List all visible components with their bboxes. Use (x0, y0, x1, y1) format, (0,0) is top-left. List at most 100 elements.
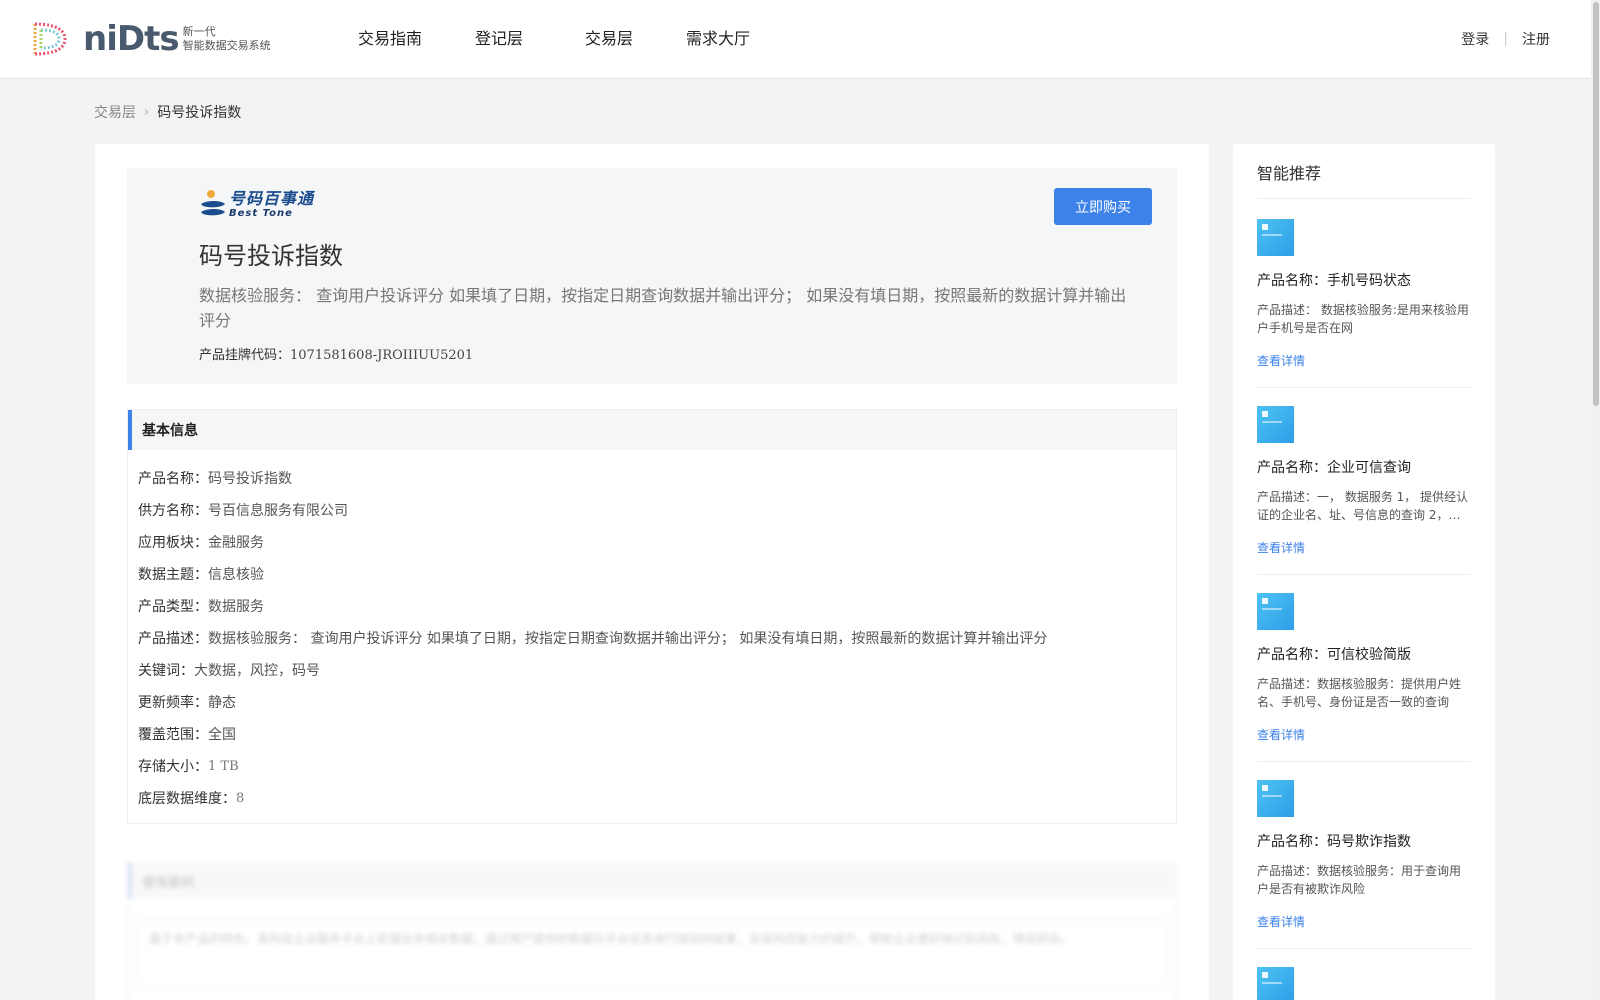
site-logo[interactable]: niDts 新一代 智能数据交易系统 (29, 20, 271, 58)
register-link[interactable]: 注册 (1522, 29, 1550, 49)
brand-name-en: Best Tone (229, 207, 293, 219)
main-nav: 交易指南 登记层 交易层 需求大厅 (358, 28, 750, 50)
info-row-type: 产品类型： 数据服务 (138, 590, 1176, 622)
usage-case-section: 使用案例 基于本产品的特色，某科技企业服务平台上处理业务相关数据，通过用户提供的… (127, 862, 1177, 1000)
nav-demand-hall[interactable]: 需求大厅 (686, 28, 750, 50)
info-label: 产品名称： (138, 471, 208, 487)
top-header: niDts 新一代 智能数据交易系统 交易指南 登记层 交易层 需求大厅 登录 … (0, 0, 1591, 79)
breadcrumb-trade-layer[interactable]: 交易层 (94, 102, 136, 122)
info-row-product-name: 产品名称： 码号投诉指数 (138, 462, 1176, 494)
info-value: 信息核验 (208, 567, 264, 583)
recommendation-card-partial (1257, 967, 1471, 1000)
view-details-link[interactable]: 查看详情 (1257, 352, 1471, 369)
view-details-link[interactable]: 查看详情 (1257, 539, 1471, 556)
info-label: 数据主题： (138, 567, 208, 583)
info-label: 关键词： (138, 663, 194, 679)
usage-case-text: 基于本产品的特色，某科技企业服务平台上处理业务相关数据，通过用户提供的数据与平台… (138, 919, 1166, 989)
recommendation-card: 产品名称：码号欺诈指数 产品描述：数据核验服务：用于查询用户是否有被欺诈风险 查… (1257, 780, 1471, 949)
info-value: 大数据，风控，码号 (194, 663, 320, 679)
basic-info-title: 基本信息 (142, 423, 198, 439)
product-thumbnail[interactable] (1257, 780, 1294, 817)
product-title: 码号投诉指数 (199, 242, 343, 270)
recommendation-name[interactable]: 产品名称：手机号码状态 (1257, 271, 1471, 291)
nav-trade-layer[interactable]: 交易层 (585, 28, 633, 50)
product-thumbnail[interactable] (1257, 593, 1294, 630)
info-label: 供方名称： (138, 503, 208, 519)
info-value: 静态 (208, 695, 236, 711)
product-thumbnail[interactable] (1257, 219, 1294, 256)
info-value: 8 (236, 790, 245, 806)
product-description: 数据核验服务： 查询用户投诉评分 如果填了日期，按指定日期查询数据并输出评分； … (199, 286, 1127, 330)
info-row-description: 产品描述： 数据核验服务： 查询用户投诉评分 如果填了日期，按指定日期查询数据并输… (138, 622, 1176, 654)
recommendation-name[interactable]: 产品名称：企业可信查询 (1257, 458, 1471, 478)
recommendation-desc: 产品描述：数据核验服务：用于查询用户是否有被欺诈风险 (1257, 864, 1462, 896)
nav-register-layer[interactable]: 登记层 (475, 28, 523, 50)
basic-info-list: 产品名称： 码号投诉指数 供方名称： 号百信息服务有限公司 应用板块： 金融服务 数据… (128, 450, 1176, 814)
info-row-storage: 存储大小： 1 TB (138, 750, 1176, 782)
logo-subtitle-line1: 新一代 (182, 25, 216, 38)
product-thumbnail[interactable] (1257, 406, 1294, 443)
login-link[interactable]: 登录 (1461, 29, 1489, 49)
product-thumbnail[interactable] (1257, 967, 1294, 1000)
recommendation-panel: 智能推荐 产品名称：手机号码状态 产品描述： 数据核验服务:是用来核验用户手机号… (1233, 144, 1495, 1000)
info-label: 产品类型： (138, 599, 208, 615)
view-details-link[interactable]: 查看详情 (1257, 913, 1471, 930)
logo-subtitle: 新一代 智能数据交易系统 (183, 25, 271, 53)
info-value: 金融服务 (208, 535, 264, 551)
basic-info-header: 基本信息 (128, 410, 1176, 450)
basic-info-section: 基本信息 产品名称： 码号投诉指数 供方名称： 号百信息服务有限公司 应用板块： 金融… (127, 409, 1177, 824)
recommendation-divider (1257, 198, 1471, 199)
usage-case-title: 使用案例 (128, 863, 1176, 899)
info-row-sector: 应用板块： 金融服务 (138, 526, 1176, 558)
view-details-link[interactable]: 查看详情 (1257, 726, 1471, 743)
recommendation-card: 产品名称：手机号码状态 产品描述： 数据核验服务:是用来核验用户手机号是否在网 … (1257, 219, 1471, 388)
recommendation-card: 产品名称：企业可信查询 产品描述：一， 数据服务 1， 提供经认证的企业名、址、… (1257, 406, 1471, 575)
auth-links: 登录 | 注册 (1461, 29, 1550, 49)
info-label: 应用板块： (138, 535, 208, 551)
best-tone-logo-icon (201, 190, 225, 216)
product-code-value: 1071581608-JROIIIUU5201 (290, 348, 474, 363)
info-row-dimensions: 底层数据维度： 8 (138, 782, 1176, 814)
product-detail-panel: 号码百事通 Best Tone 立即购买 码号投诉指数 数据核验服务： 查询用户… (95, 144, 1209, 1000)
info-value: 全国 (208, 727, 236, 743)
recommendation-title: 智能推荐 (1257, 164, 1322, 183)
info-row-frequency: 更新频率： 静态 (138, 686, 1176, 718)
recommendation-desc: 产品描述：一， 数据服务 1， 提供经认证的企业名、址、号信息的查询 2，提供企… (1257, 490, 1469, 522)
scrollbar-thumb[interactable] (1593, 2, 1599, 406)
info-row-coverage: 覆盖范围： 全国 (138, 718, 1176, 750)
buy-now-button[interactable]: 立即购买 (1054, 188, 1152, 225)
logo-mark-icon (33, 22, 67, 56)
card-divider (1257, 387, 1471, 388)
logo-wordmark: niDts (83, 19, 180, 59)
info-value: 号百信息服务有限公司 (208, 503, 348, 519)
supplier-logo: 号码百事通 Best Tone (199, 188, 314, 220)
info-label: 覆盖范围： (138, 727, 208, 743)
info-label: 底层数据维度： (138, 791, 236, 807)
breadcrumb-current: 码号投诉指数 (157, 105, 242, 121)
card-divider (1257, 948, 1471, 949)
recommendation-name[interactable]: 产品名称：码号欺诈指数 (1257, 832, 1471, 852)
page-scrollbar[interactable] (1591, 0, 1600, 1000)
card-divider (1257, 574, 1471, 575)
product-hero: 号码百事通 Best Tone 立即购买 码号投诉指数 数据核验服务： 查询用户… (127, 168, 1177, 384)
info-value: 1 TB (208, 758, 239, 774)
recommendation-desc: 产品描述：数据核验服务：提供用户姓名、手机号、身份证是否一致的查询 (1257, 677, 1462, 709)
product-code-label: 产品挂牌代码： (199, 348, 291, 363)
auth-divider: | (1503, 31, 1508, 47)
chevron-right-icon: › (144, 104, 150, 120)
info-row-supplier: 供方名称： 号百信息服务有限公司 (138, 494, 1176, 526)
info-value: 数据核验服务： 查询用户投诉评分 如果填了日期，按指定日期查询数据并输出评分； … (208, 631, 1048, 647)
product-listing-code: 产品挂牌代码：1071581608-JROIIIUU5201 (199, 344, 473, 363)
card-divider (1257, 761, 1471, 762)
info-row-topic: 数据主题： 信息核验 (138, 558, 1176, 590)
breadcrumb: 交易层 › 码号投诉指数 (94, 102, 241, 122)
info-value: 数据服务 (208, 599, 264, 615)
brand-name-cn: 号码百事通 (229, 188, 315, 208)
info-row-keywords: 关键词： 大数据，风控，码号 (138, 654, 1176, 686)
recommendation-name[interactable]: 产品名称：可信校验简版 (1257, 645, 1471, 665)
info-label: 存储大小： (138, 759, 208, 775)
nav-trade-guide[interactable]: 交易指南 (358, 28, 422, 50)
recommendation-card: 产品名称：可信校验简版 产品描述：数据核验服务：提供用户姓名、手机号、身份证是否… (1257, 593, 1471, 762)
info-value: 码号投诉指数 (208, 471, 292, 487)
logo-subtitle-line2: 智能数据交易系统 (182, 39, 271, 52)
